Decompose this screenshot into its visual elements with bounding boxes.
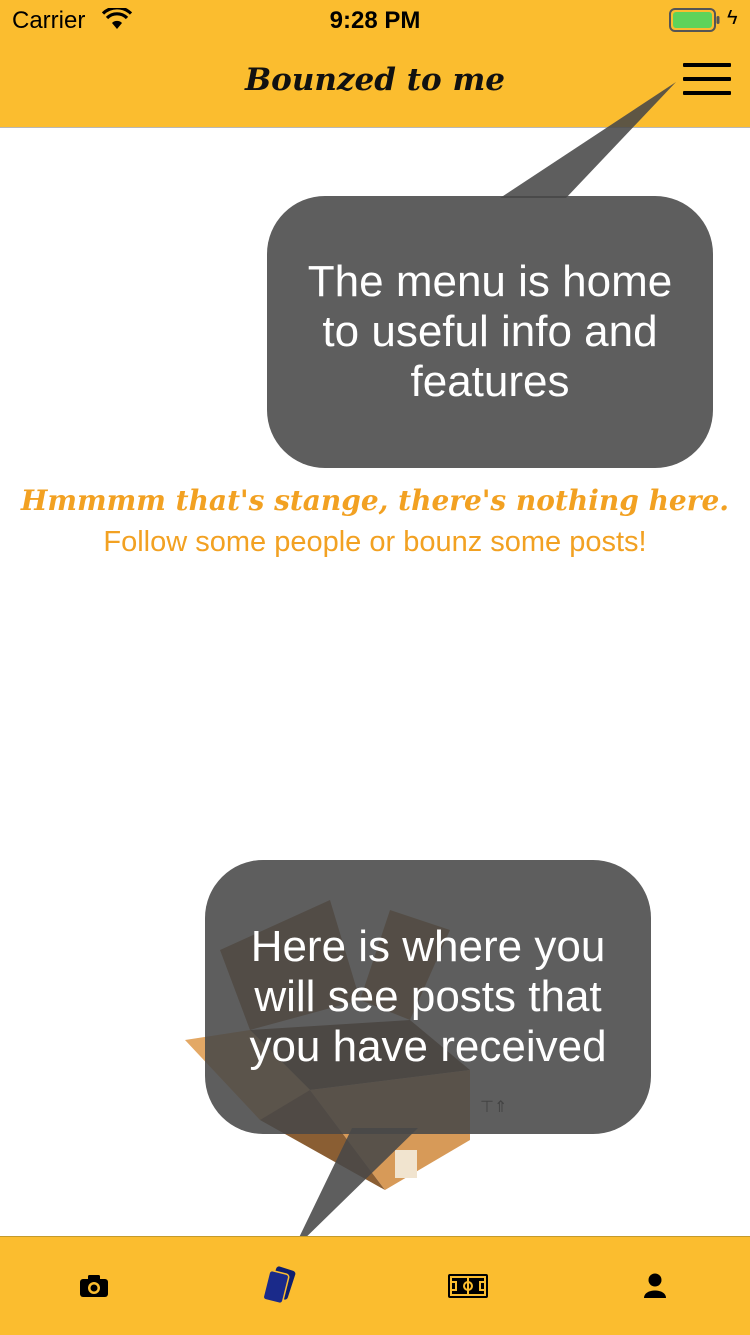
field-icon [447,1274,488,1298]
cards-icon [262,1266,295,1305]
tab-profile[interactable] [561,1237,748,1335]
received-tooltip-text: Here is where you will see posts that yo… [249,922,607,1071]
tab-bar [0,1236,750,1335]
tab-camera[interactable] [0,1237,187,1335]
camera-icon [79,1275,108,1297]
profile-icon [643,1273,666,1298]
menu-tooltip[interactable]: The menu is home to useful info and feat… [267,196,713,468]
menu-tooltip-text: The menu is home to useful info and feat… [307,257,673,406]
received-tooltip[interactable]: Here is where you will see posts that yo… [205,860,651,1134]
tab-field[interactable] [374,1237,561,1335]
tab-received[interactable] [187,1237,374,1335]
